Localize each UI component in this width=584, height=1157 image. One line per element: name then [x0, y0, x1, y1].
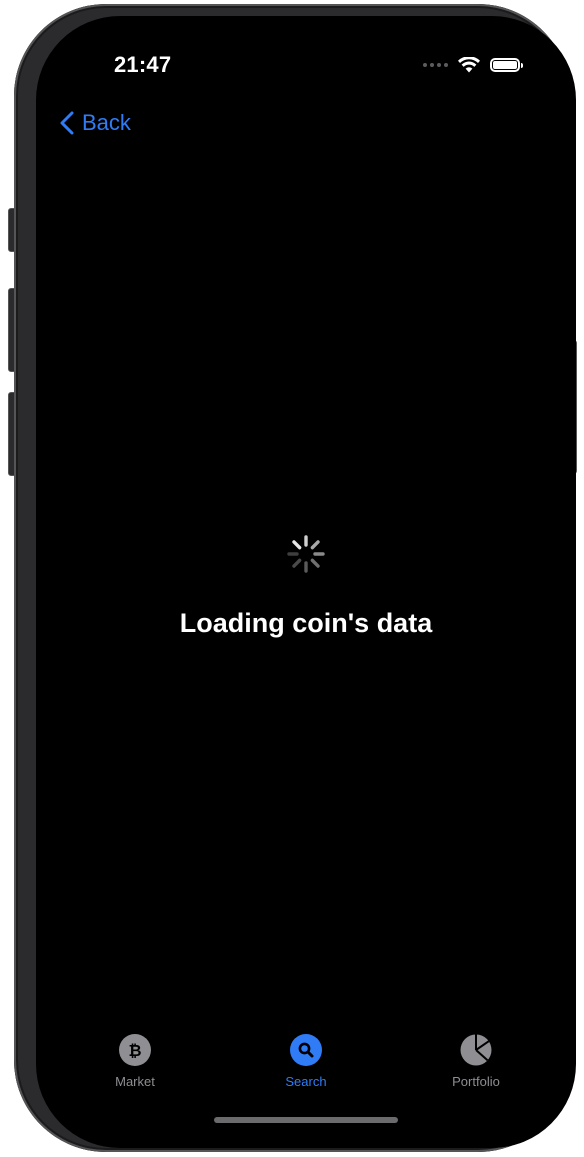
search-icon — [290, 1034, 322, 1066]
battery-icon — [490, 58, 523, 72]
tab-market[interactable]: ₿ Market — [85, 1034, 185, 1089]
tab-search-label: Search — [285, 1074, 327, 1089]
loading-message: Loading coin's data — [179, 608, 433, 638]
svg-text:₿: ₿ — [128, 1041, 141, 1060]
tab-market-label: Market — [115, 1074, 155, 1089]
activity-spinner-icon — [287, 535, 325, 573]
wifi-icon — [458, 57, 480, 73]
chevron-left-icon — [60, 111, 74, 135]
app-screen: 21:47 Back Loading coin's data ₿ Market … — [36, 16, 576, 1148]
pie-chart-icon — [460, 1034, 492, 1066]
tab-bar: ₿ Market Search Portfolio — [36, 1034, 576, 1094]
tab-portfolio[interactable]: Portfolio — [426, 1034, 526, 1089]
tab-portfolio-label: Portfolio — [452, 1074, 500, 1089]
back-label: Back — [82, 110, 131, 135]
signal-dots-icon — [423, 63, 448, 67]
status-time: 21:47 — [114, 52, 172, 77]
phone-frame: 21:47 Back Loading coin's data ₿ Market … — [14, 4, 576, 1152]
tab-search[interactable]: Search — [256, 1034, 356, 1089]
status-icons — [423, 54, 523, 76]
bitcoin-icon: ₿ — [119, 1034, 151, 1066]
back-button[interactable]: Back — [60, 110, 131, 136]
home-indicator[interactable] — [214, 1117, 398, 1123]
